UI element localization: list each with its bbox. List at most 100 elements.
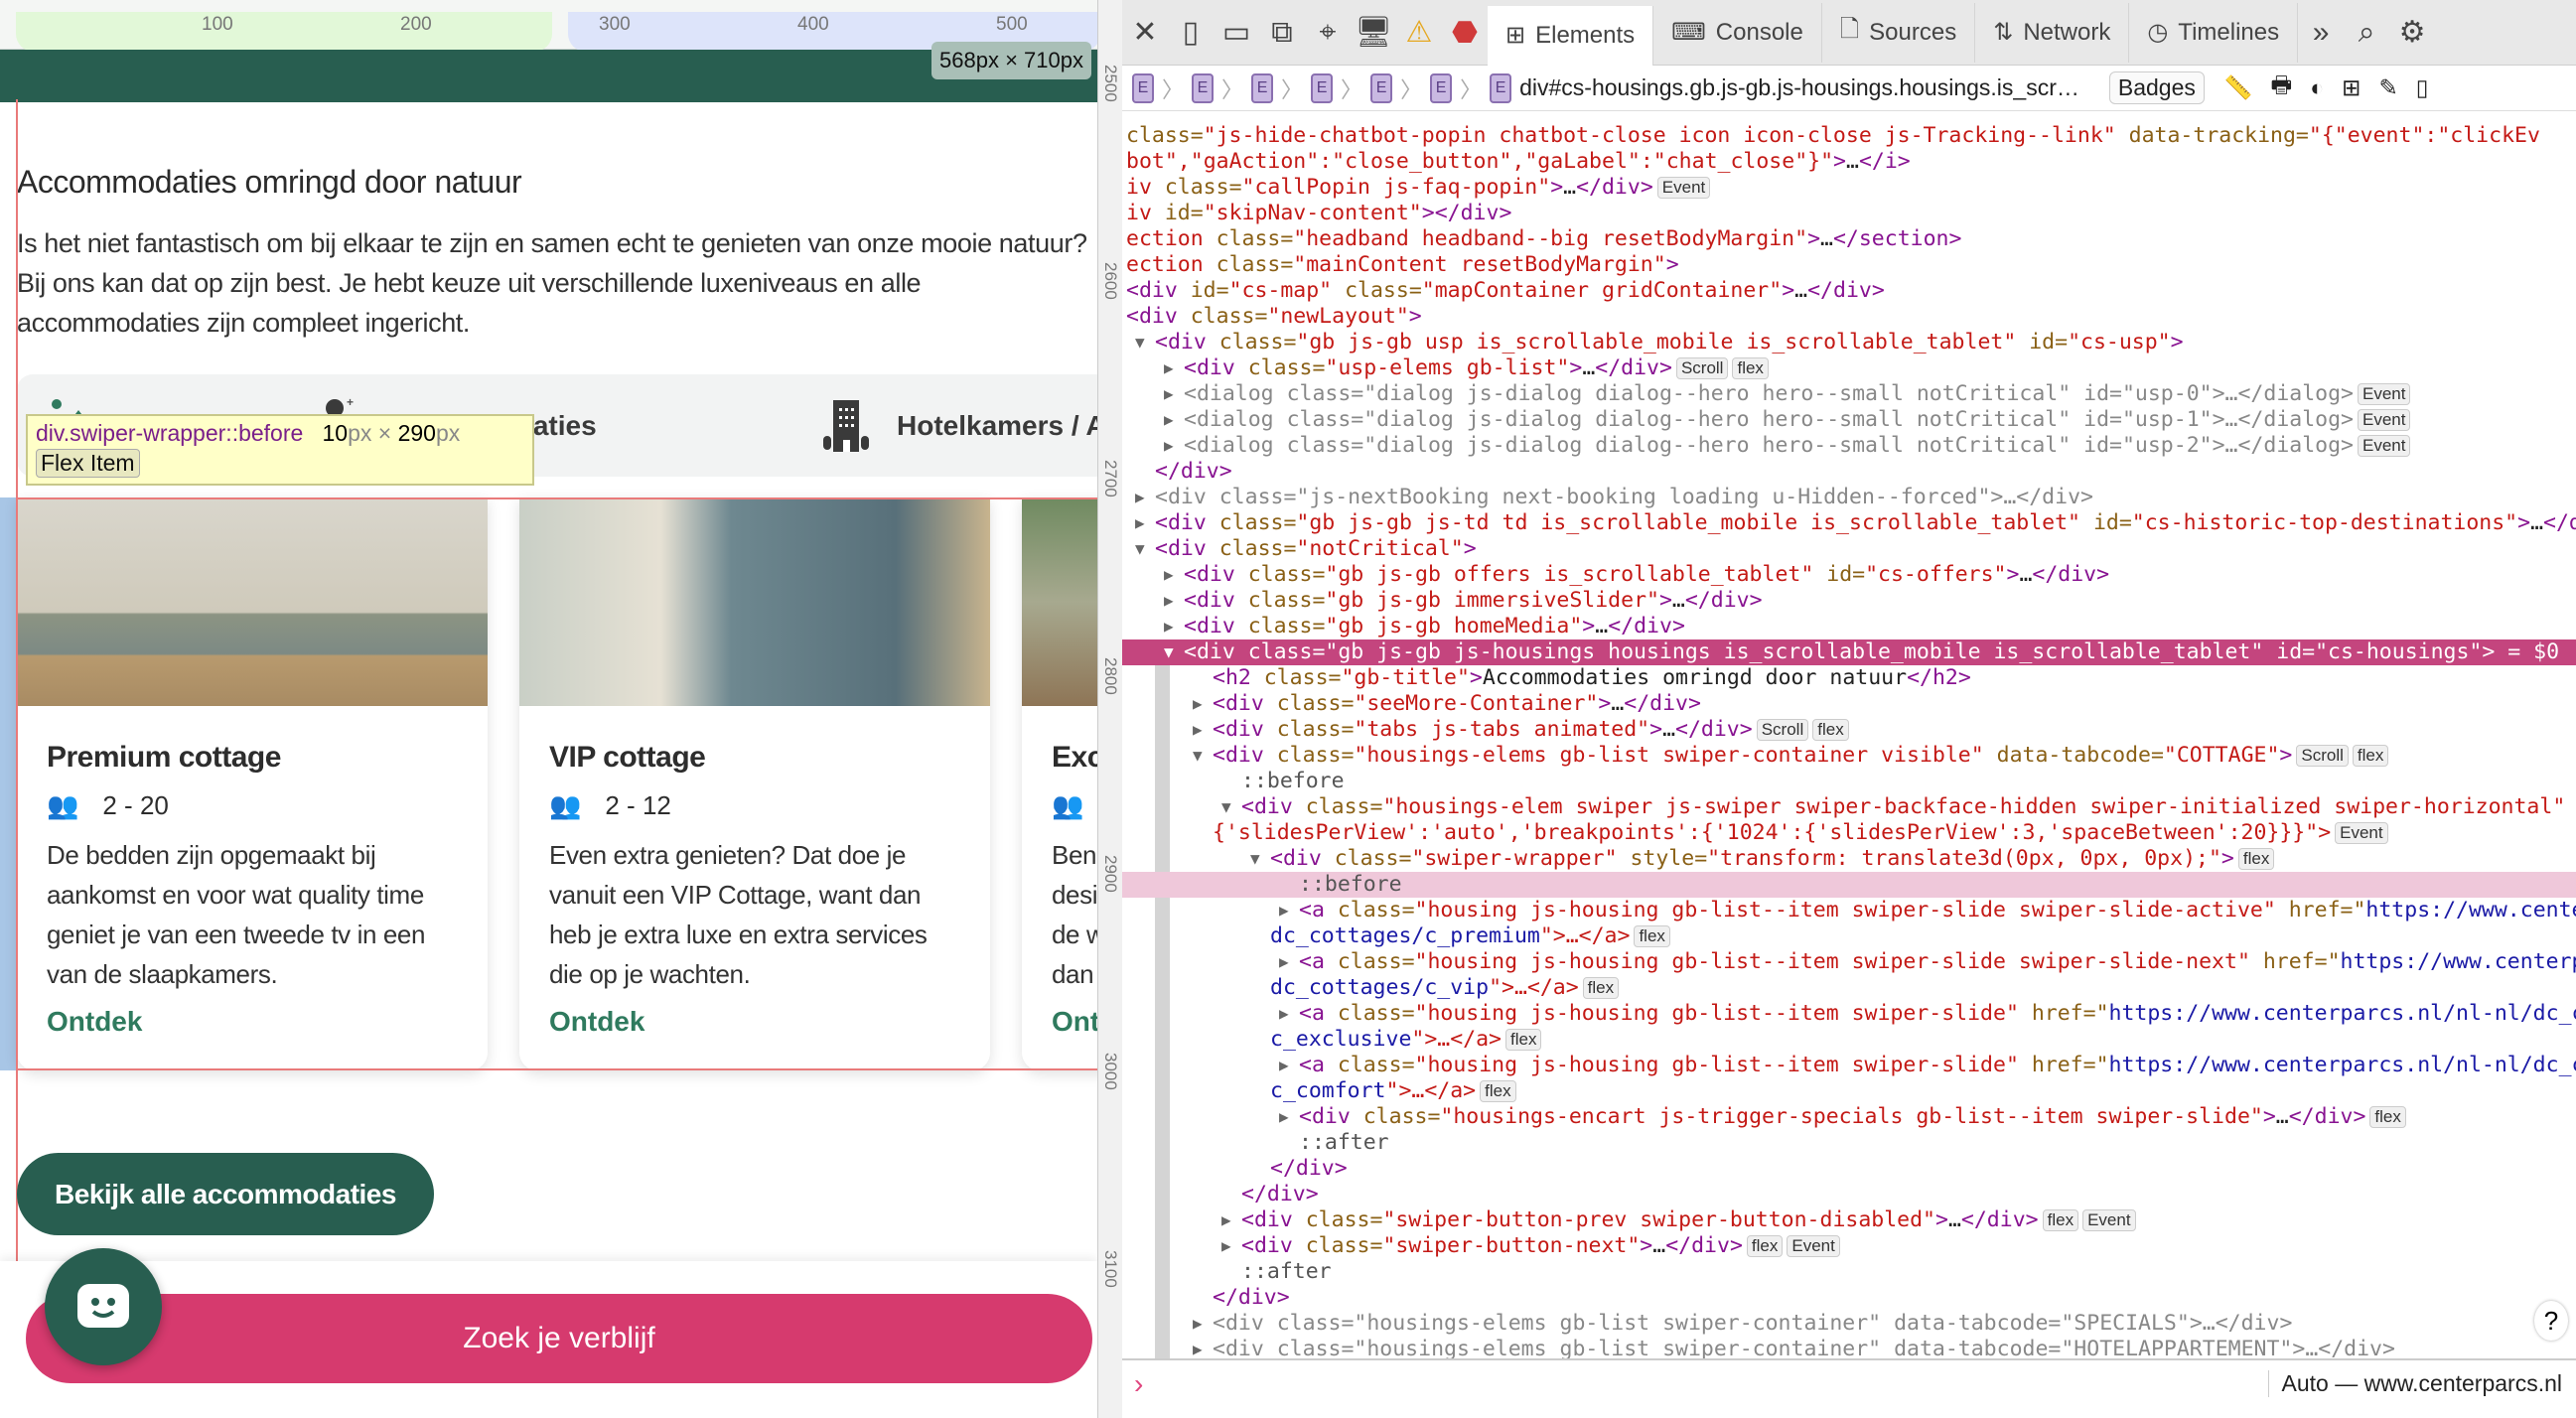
tab-hotelkamers[interactable]: Hotelkamers / Ap: [819, 374, 1097, 477]
dom-node[interactable]: ▶ <div class="seeMore-Container">…</div>: [1122, 691, 2576, 717]
dom-node[interactable]: </div>: [1122, 459, 2576, 485]
dom-node[interactable]: ::before: [1122, 769, 2576, 794]
disclosure-open-icon[interactable]: ▼: [1135, 330, 1145, 355]
dom-node[interactable]: ::before: [1122, 872, 2576, 898]
disclosure-closed-icon[interactable]: ▶: [1193, 1337, 1203, 1358]
disclosure-closed-icon[interactable]: ▶: [1279, 949, 1289, 975]
badge-scroll[interactable]: Scroll: [1756, 719, 1809, 741]
dom-node[interactable]: iv class="callPopin js-faq-popin">…</div…: [1122, 175, 2576, 201]
badge-flex[interactable]: flex: [2237, 848, 2275, 870]
dom-node[interactable]: ▼ <div class="housings-elem swiper js-swi…: [1122, 794, 2576, 820]
element-badge[interactable]: E: [1311, 72, 1334, 103]
disclosure-closed-icon[interactable]: ▶: [1279, 1001, 1289, 1027]
disclosure-closed-icon[interactable]: ▶: [1164, 614, 1174, 639]
disclosure-closed-icon[interactable]: ▶: [1279, 1104, 1289, 1130]
console-prompt[interactable]: › Auto — www.centerparcs.nl: [1122, 1358, 2576, 1410]
disclosure-open-icon[interactable]: ▼: [1193, 743, 1203, 769]
dom-node[interactable]: <div class="newLayout">: [1122, 304, 2576, 330]
dom-node[interactable]: ▼ <div class="housings-elems gb-list swip…: [1122, 743, 2576, 769]
dom-node[interactable]: dc_cottages/c_premium">…</a> flex: [1122, 923, 2576, 949]
dom-node[interactable]: ::after: [1122, 1130, 2576, 1156]
detach-window-icon[interactable]: ⧉: [1259, 0, 1305, 66]
disclosure-closed-icon[interactable]: ▶: [1193, 1311, 1203, 1337]
badge-flex[interactable]: flex: [1505, 1029, 1542, 1051]
disclosure-closed-icon[interactable]: ▶: [1193, 717, 1203, 743]
dock-side-icon[interactable]: ▯: [1168, 0, 1214, 66]
element-badge[interactable]: E: [1192, 72, 1215, 103]
dom-node[interactable]: </div>: [1122, 1285, 2576, 1311]
dom-node[interactable]: dc_cottages/c_vip">…</a> flex: [1122, 975, 2576, 1001]
disclosure-open-icon[interactable]: ▼: [1164, 639, 1174, 665]
help-button[interactable]: ?: [2534, 1301, 2568, 1341]
element-badge[interactable]: E: [1370, 72, 1393, 103]
dom-node[interactable]: ▶ <a class="housing js-housing gb-list--i…: [1122, 898, 2576, 923]
tab-sources[interactable]: 🗋 Sources: [1822, 2, 1976, 63]
disclosure-closed-icon[interactable]: ▶: [1135, 485, 1145, 510]
disclosure-closed-icon[interactable]: ▶: [1279, 1053, 1289, 1078]
dom-node[interactable]: ▶ <div class="housings-elems gb-list swip…: [1122, 1311, 2576, 1337]
disclosure-closed-icon[interactable]: ▶: [1164, 355, 1174, 381]
dom-node[interactable]: ▶ <dialog class="dialog js-dialog dialog-…: [1122, 407, 2576, 433]
dom-node[interactable]: ection class="headband headband--big res…: [1122, 226, 2576, 252]
warning-icon[interactable]: ⚠: [1396, 0, 1442, 66]
dom-node[interactable]: ▶ <div class="swiper-button-prev swiper-b…: [1122, 1207, 2576, 1233]
dom-node[interactable]: ▼ <div class="swiper-wrapper" style="tran…: [1122, 846, 2576, 872]
dom-node[interactable]: ▶ <dialog class="dialog js-dialog dialog-…: [1122, 433, 2576, 459]
badge-flex[interactable]: flex: [1732, 357, 1769, 379]
element-badge[interactable]: E: [1132, 72, 1154, 103]
element-badge[interactable]: E: [1251, 72, 1274, 103]
dom-node[interactable]: ection class="mainContent resetBodyMargi…: [1122, 252, 2576, 278]
dom-node[interactable]: ▶ <div class="usp-elems gb-list">…</div> S…: [1122, 355, 2576, 381]
sidebar-toggle-icon[interactable]: ▯: [2416, 74, 2429, 101]
dom-node[interactable]: ::after: [1122, 1259, 2576, 1285]
execution-context-select[interactable]: Auto — www.centerparcs.nl: [2268, 1370, 2562, 1397]
disclosure-closed-icon[interactable]: ▶: [1221, 1233, 1231, 1259]
tab-elements[interactable]: ⊞ Elements: [1488, 5, 1654, 66]
tab-console[interactable]: ⌨ Console: [1653, 2, 1822, 63]
disclosure-open-icon[interactable]: ▼: [1135, 536, 1145, 562]
search-icon[interactable]: ⌕: [2344, 0, 2389, 66]
dom-node[interactable]: <h2 class="gb-title">Accommodaties omrin…: [1122, 665, 2576, 691]
dom-node[interactable]: {'slidesPerView':'auto','breakpoints':{'…: [1122, 820, 2576, 846]
badges-button[interactable]: Badges: [2108, 71, 2205, 104]
dom-node[interactable]: ▼ <div class="notCritical">: [1122, 536, 2576, 562]
badge-event[interactable]: Event: [2358, 383, 2411, 405]
dom-node[interactable]: c_comfort">…</a> flex: [1122, 1078, 2576, 1104]
disclosure-open-icon[interactable]: ▼: [1250, 846, 1260, 872]
grid-icon[interactable]: ⊞: [2342, 74, 2361, 101]
badge-flex[interactable]: flex: [1480, 1080, 1516, 1102]
view-all-accommodations-button[interactable]: Bekijk alle accommodaties: [17, 1153, 434, 1235]
search-stay-button[interactable]: Zoek je verblijf: [26, 1294, 1092, 1383]
print-icon[interactable]: 🖶: [2271, 69, 2293, 107]
dom-node[interactable]: ▶ <div class="tabs js-tabs animated">…</d…: [1122, 717, 2576, 743]
disclosure-closed-icon[interactable]: ▶: [1164, 407, 1174, 433]
disclosure-closed-icon[interactable]: ▶: [1164, 588, 1174, 614]
dom-node[interactable]: ▶ <div class="gb js-gb offers is_scrollab…: [1122, 562, 2576, 588]
breadcrumb-current[interactable]: div#cs-housings.gb.js-gb.js-housings.hou…: [1519, 74, 2079, 101]
dom-node[interactable]: ▶ <a class="housing js-housing gb-list--i…: [1122, 1053, 2576, 1078]
element-badge[interactable]: E: [1490, 72, 1512, 103]
disclosure-closed-icon[interactable]: ▶: [1164, 562, 1174, 588]
badge-flex[interactable]: flex: [1812, 719, 1849, 741]
badge-event[interactable]: Event: [1656, 177, 1711, 199]
disclosure-closed-icon[interactable]: ▶: [1135, 510, 1145, 536]
element-badge[interactable]: E: [1430, 72, 1453, 103]
disclosure-closed-icon[interactable]: ▶: [1221, 1207, 1231, 1233]
dom-node[interactable]: ▶ <div class="gb js-gb homeMedia">…</div>: [1122, 614, 2576, 639]
disclosure-closed-icon[interactable]: ▶: [1164, 433, 1174, 459]
badge-flex[interactable]: flex: [2352, 745, 2389, 767]
dom-node[interactable]: ▶ <div class="gb js-gb js-td td is_scroll…: [1122, 510, 2576, 536]
dom-node[interactable]: </div>: [1122, 1156, 2576, 1182]
disclosure-open-icon[interactable]: ▼: [1221, 794, 1231, 820]
dom-node-selected[interactable]: ▼ <div class="gb js-gb js-housings housin…: [1122, 639, 2576, 665]
badge-scroll[interactable]: Scroll: [2296, 745, 2349, 767]
dom-node[interactable]: ▶ <a class="housing js-housing gb-list--i…: [1122, 949, 2576, 975]
disclosure-closed-icon[interactable]: ▶: [1279, 898, 1289, 923]
badge-event[interactable]: Event: [2358, 435, 2411, 457]
appearance-icon[interactable]: ◐: [2310, 74, 2324, 101]
gear-icon[interactable]: ⚙: [2389, 0, 2435, 66]
badge-flex[interactable]: flex: [2042, 1209, 2079, 1231]
dom-node[interactable]: iv id="skipNav-content"></div>: [1122, 201, 2576, 226]
badge-flex[interactable]: flex: [2369, 1106, 2406, 1128]
dock-bottom-icon[interactable]: ▭: [1214, 0, 1259, 66]
